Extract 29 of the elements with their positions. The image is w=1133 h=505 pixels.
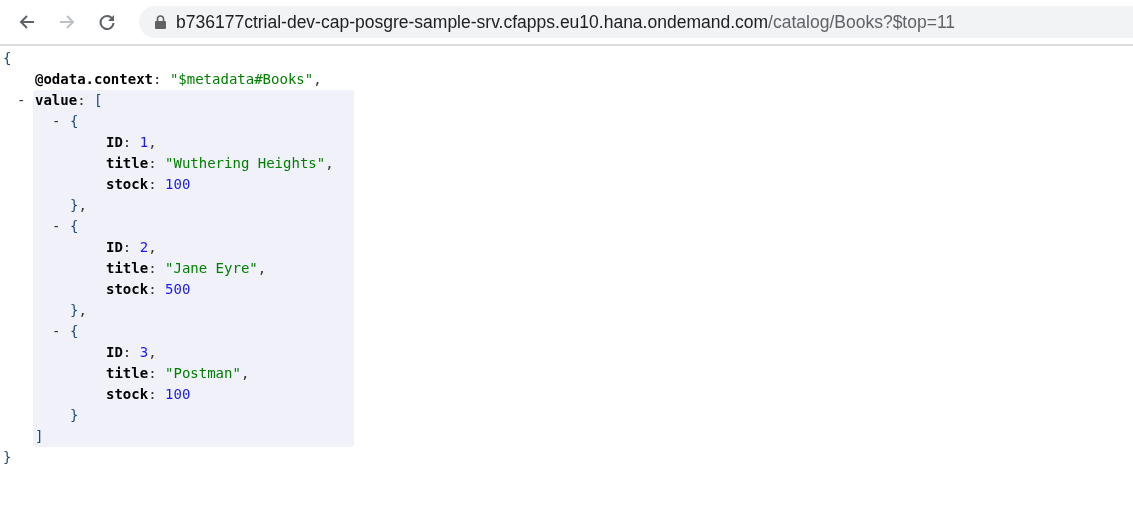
collapse-toggle[interactable]: - — [52, 111, 61, 132]
json-line: { — [70, 112, 79, 131]
collapse-toggle[interactable]: - — [52, 216, 61, 237]
json-line: ] — [35, 427, 44, 446]
json-line: ID: 2, — [106, 238, 157, 257]
forward-arrow-icon — [58, 13, 76, 31]
json-line: stock: 100 — [106, 385, 191, 404]
collapse-toggle[interactable]: - — [17, 90, 26, 111]
json-line: { — [70, 217, 79, 236]
json-line: } — [3, 448, 12, 467]
collapse-toggle[interactable]: - — [52, 321, 61, 342]
json-line: stock: 500 — [106, 280, 191, 299]
json-line: title: "Jane Eyre", — [106, 259, 267, 278]
json-line: title: "Wuthering Heights", — [106, 154, 334, 173]
json-line: @odata.context: "$metadata#Books", — [35, 70, 322, 89]
json-line: { — [3, 49, 12, 68]
json-line: { — [70, 322, 79, 341]
reload-icon — [98, 13, 116, 31]
json-line: } — [70, 406, 79, 425]
json-line: ID: 3, — [106, 343, 157, 362]
address-bar[interactable]: b736177ctrial-dev-cap-posgre-sample-srv.cfapps.eu10.hana.ondemand.com/catalog/Books?$top=11 — [139, 6, 1133, 38]
json-line: stock: 100 — [106, 175, 191, 194]
json-line: ID: 1, — [106, 133, 157, 152]
json-line: }, — [70, 196, 87, 215]
json-line: value: [ — [35, 91, 103, 110]
json-line: title: "Postman", — [106, 364, 250, 383]
lock-icon — [155, 15, 166, 29]
back-arrow-icon — [18, 13, 36, 31]
json-line: }, — [70, 301, 87, 320]
